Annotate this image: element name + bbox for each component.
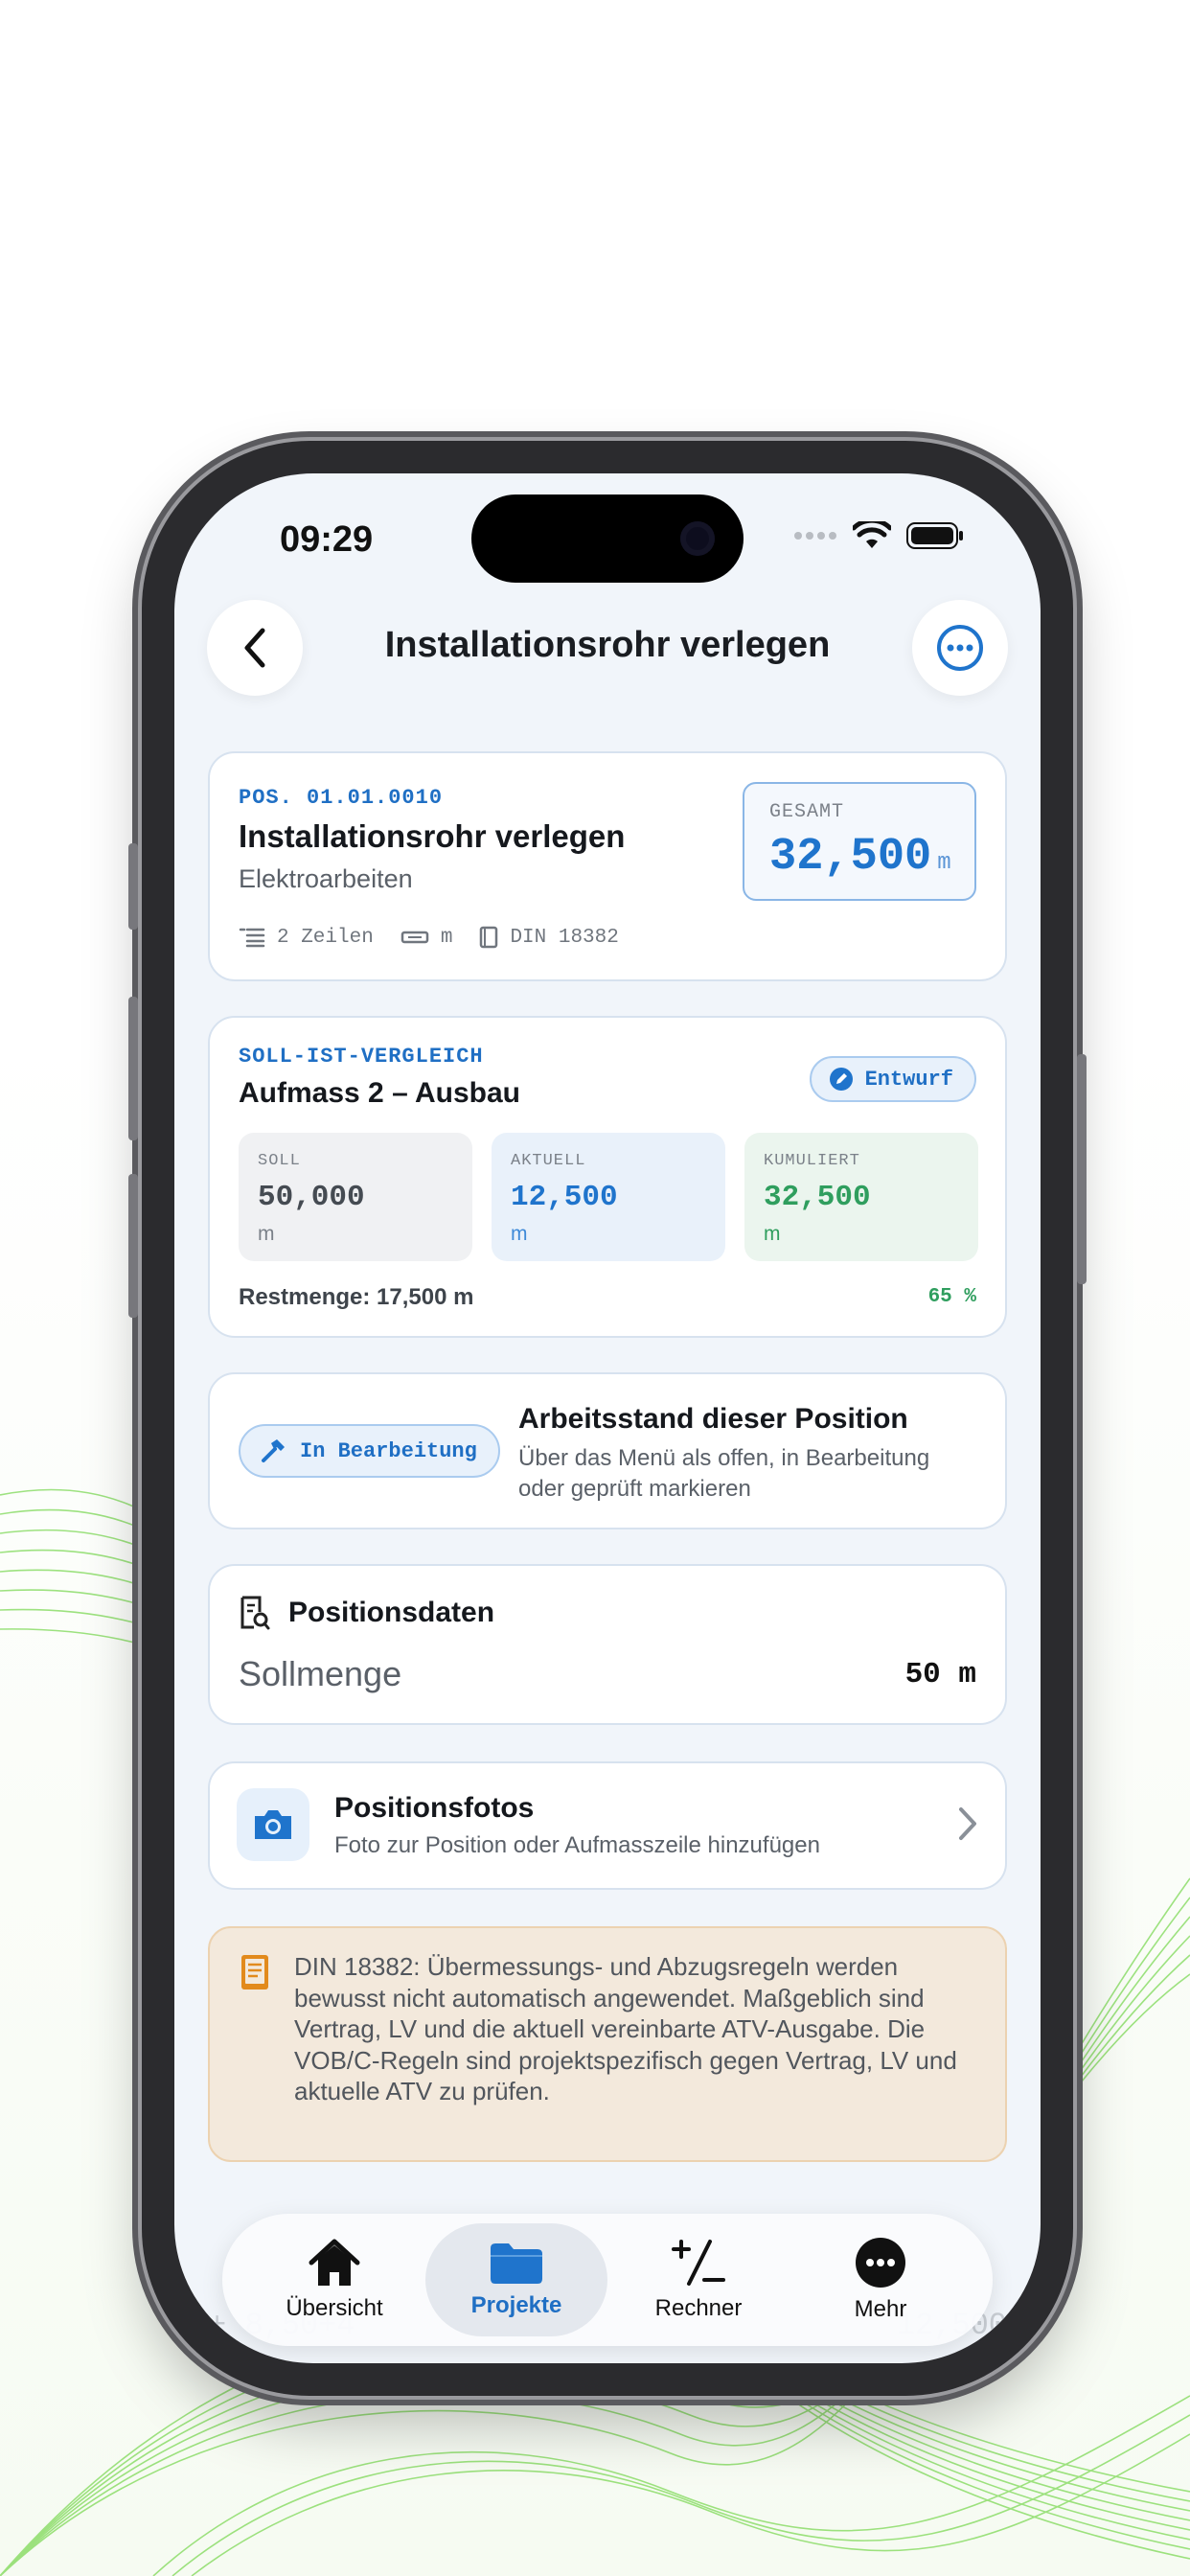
- total-value: 32,500 m: [769, 832, 951, 883]
- list-icon: [239, 928, 265, 948]
- dynamic-island: [471, 494, 744, 583]
- front-camera: [680, 521, 715, 556]
- tile-aktuell-label: AKTUELL: [511, 1152, 586, 1170]
- position-meta: 2 Zeilen m DIN 18382: [239, 926, 619, 949]
- total-unit: m: [937, 850, 951, 876]
- folder-icon: [491, 2243, 542, 2284]
- tile-aktuell-value: 12,500: [511, 1181, 618, 1214]
- status-icons: [793, 521, 964, 550]
- volume-up-button: [128, 997, 138, 1140]
- position-title: Installationsrohr verlegen: [239, 818, 626, 854]
- comparison-card: SOLL-IST-VERGLEICH Aufmass 2 – Ausbau En…: [208, 1016, 1007, 1338]
- plus-minus-icon: [672, 2240, 725, 2286]
- status-time: 09:29: [280, 519, 374, 560]
- tab-overview-label: Übersicht: [286, 2295, 383, 2321]
- din-notice: DIN 18382: Übermessungs- und Abzugsregel…: [208, 1926, 1007, 2162]
- tab-more-label: Mehr: [854, 2296, 907, 2322]
- hammer-icon: [262, 1439, 285, 1462]
- book-icon: [480, 926, 498, 949]
- tile-kumuliert-unit: m: [764, 1223, 781, 1245]
- wifi-icon: [853, 521, 891, 548]
- position-category: Elektroarbeiten: [239, 864, 413, 893]
- ellipsis-circle-icon: [856, 2238, 905, 2288]
- house-icon: [309, 2239, 360, 2286]
- ruler-icon: [400, 931, 429, 944]
- status-badge-label: Entwurf: [864, 1067, 953, 1092]
- photos-subtitle: Foto zur Position oder Aufmasszeile hinz…: [334, 1832, 820, 1858]
- screen: 09:29 Installationsrohr verlegen POS. 01…: [174, 473, 1041, 2363]
- tile-soll-label: SOLL: [258, 1152, 301, 1170]
- tab-bar: Übersicht Projekte Rechner Mehr: [222, 2214, 993, 2346]
- tile-aktuell: AKTUELL 12,500 m: [492, 1133, 725, 1261]
- page-title: Installationsrohr verlegen: [384, 625, 831, 665]
- ellipsis-circle-icon: [937, 625, 983, 671]
- camera-icon: [255, 1810, 291, 1839]
- tile-soll-unit: m: [258, 1223, 275, 1245]
- signal-icon: [794, 532, 836, 540]
- position-photos-card[interactable]: Positionsfotos Foto zur Position oder Au…: [208, 1761, 1007, 1890]
- comparison-title: Aufmass 2 – Ausbau: [239, 1077, 520, 1109]
- tile-kumuliert-value: 32,500: [764, 1181, 871, 1214]
- position-data-card: Positionsdaten Sollmenge 50 m: [208, 1564, 1007, 1725]
- photo-icon-tile: [237, 1788, 309, 1861]
- phone-frame: 09:29 Installationsrohr verlegen POS. 01…: [128, 441, 1087, 2396]
- action-button: [128, 843, 138, 930]
- total-label: GESAMT: [769, 801, 845, 823]
- volume-down-button: [128, 1174, 138, 1318]
- target-quantity-label: Sollmenge: [239, 1654, 402, 1693]
- battery-icon: [906, 522, 963, 549]
- status-badge-in-progress[interactable]: In Bearbeitung: [239, 1424, 500, 1478]
- position-number: POS. 01.01.0010: [239, 786, 444, 810]
- status-badge-draft[interactable]: Entwurf: [809, 1056, 976, 1102]
- target-quantity-value: 50 m: [904, 1658, 976, 1691]
- tab-more[interactable]: Mehr: [790, 2223, 972, 2336]
- tile-aktuell-unit: m: [511, 1223, 528, 1245]
- comparison-label: SOLL-IST-VERGLEICH: [239, 1045, 484, 1069]
- line-count: 2 Zeilen: [277, 926, 374, 949]
- tile-kumuliert-label: KUMULIERT: [764, 1152, 860, 1170]
- din-notice-text: DIN 18382: Übermessungs- und Abzugsregel…: [294, 1952, 957, 2105]
- status-badge-in-progress-label: In Bearbeitung: [300, 1438, 477, 1463]
- work-status-card: In Bearbeitung Arbeitsstand dieser Posit…: [208, 1372, 1007, 1530]
- document-search-icon: [240, 1596, 270, 1630]
- book-note-icon: [241, 1955, 268, 1990]
- progress-percent: 65 %: [927, 1286, 976, 1308]
- tile-soll-value: 50,000: [258, 1181, 365, 1214]
- work-status-description: Über das Menü als offen, in Bearbeitung …: [518, 1445, 930, 1502]
- power-button: [1077, 1054, 1087, 1284]
- tab-projects-label: Projekte: [470, 2292, 562, 2318]
- chevron-right-icon: [959, 1807, 976, 1840]
- position-data-title: Positionsdaten: [288, 1597, 495, 1628]
- more-button[interactable]: [912, 600, 1008, 696]
- unit-label: m: [440, 926, 453, 949]
- total-number: 32,500: [769, 832, 932, 883]
- tab-projects[interactable]: Projekte: [425, 2223, 607, 2336]
- work-status-title: Arbeitsstand dieser Position: [518, 1403, 908, 1435]
- tile-kumuliert: KUMULIERT 32,500 m: [744, 1133, 978, 1261]
- position-data-header: Positionsdaten: [239, 1595, 494, 1631]
- tab-calculator[interactable]: Rechner: [607, 2223, 790, 2336]
- tab-overview[interactable]: Übersicht: [243, 2223, 425, 2336]
- tile-soll: SOLL 50,000 m: [239, 1133, 472, 1261]
- total-box: GESAMT 32,500 m: [743, 782, 976, 901]
- photos-title: Positionsfotos: [334, 1792, 535, 1824]
- pencil-circle-icon: [829, 1068, 853, 1091]
- norm-label: DIN 18382: [510, 926, 619, 949]
- rest-quantity: Restmenge: 17,500 m: [239, 1284, 474, 1310]
- tab-calculator-label: Rechner: [654, 2295, 743, 2321]
- position-card: POS. 01.01.0010 Installationsrohr verleg…: [208, 751, 1007, 981]
